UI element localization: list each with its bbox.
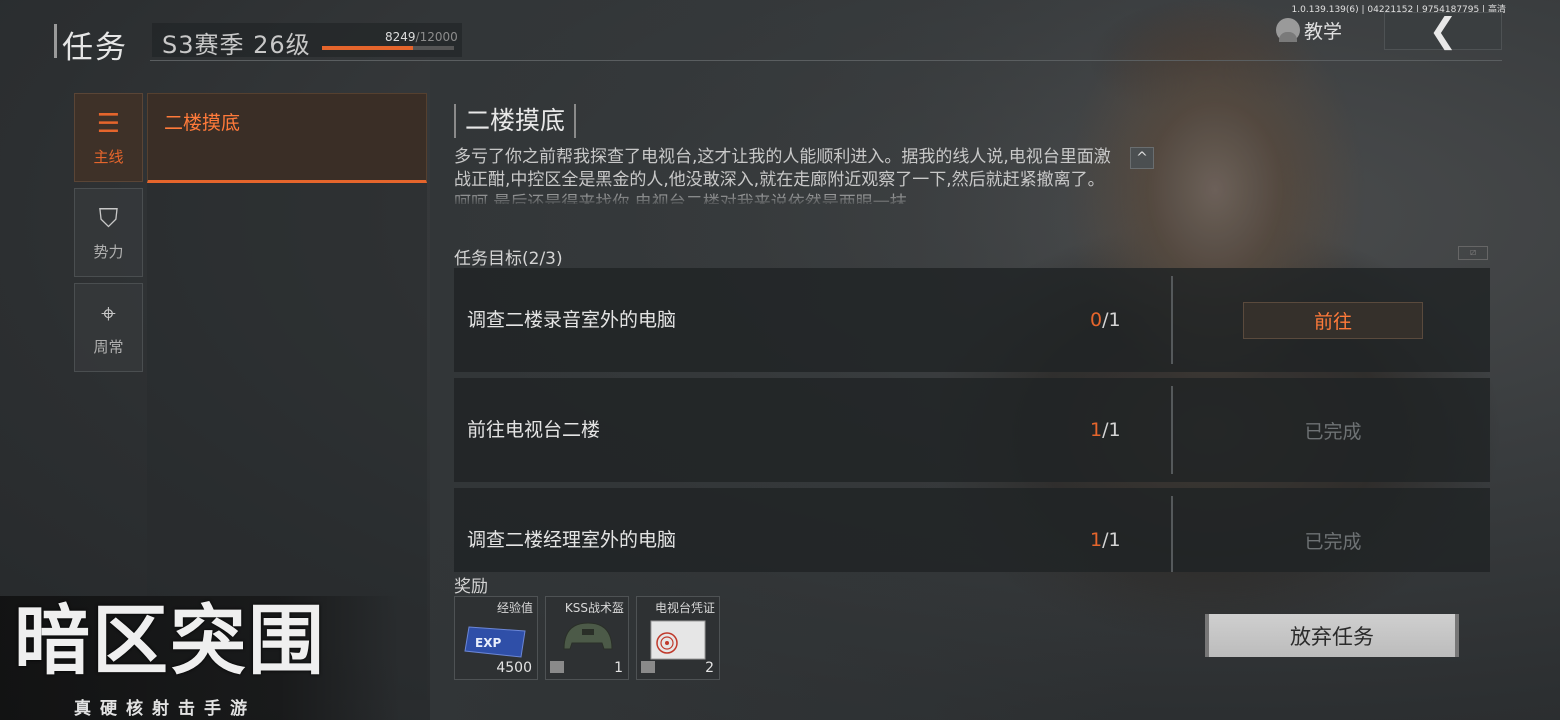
objective-progress-current: 1 — [1090, 529, 1103, 551]
reward-qty: 1 — [614, 660, 623, 676]
collapse-description-button[interactable]: ^ — [1130, 147, 1154, 169]
reward-item-credential[interactable]: 电视台凭证 2 — [636, 596, 720, 680]
reward-name: 电视台凭证 — [654, 601, 715, 615]
task-title: 二楼摸底 — [454, 104, 577, 138]
box-icon — [641, 661, 655, 673]
nav-tab-label: 周常 — [93, 338, 124, 356]
objective-divider — [1171, 276, 1173, 364]
filter-icon[interactable]: ⧄ — [1458, 246, 1488, 260]
nav-tab-label: 主线 — [93, 148, 124, 166]
xp-progress-fill — [322, 46, 413, 50]
back-arrow-icon: ❮ — [1428, 11, 1458, 51]
exp-card-text: EXP — [475, 636, 501, 650]
objective-progress-current: 0 — [1090, 309, 1103, 331]
page-title: 任务 — [62, 30, 128, 66]
goto-button[interactable]: 前往 — [1243, 302, 1423, 339]
objective-name: 调查二楼经理室外的电脑 — [467, 529, 677, 551]
helmet-icon — [563, 622, 613, 650]
season-level-label: S3赛季 26级 — [162, 31, 311, 59]
objectives-header: 任务目标(2/3) — [454, 249, 563, 269]
objective-name: 调查二楼录音室外的电脑 — [467, 309, 677, 331]
title-accent-bar — [54, 24, 57, 58]
box-icon — [550, 661, 564, 673]
tutorial-button[interactable]: 教学 — [1276, 16, 1342, 44]
xp-readout: 8249/12000 — [385, 30, 458, 44]
task-list-item-label: 二楼摸底 — [164, 112, 241, 134]
objective-progress-total: /1 — [1102, 529, 1121, 551]
chevron-up-icon: ^ — [1136, 150, 1148, 166]
reward-name: 经验值 — [496, 601, 533, 615]
list-icon: ☰ — [96, 109, 121, 139]
game-slogan: 真硬核射击手游 — [74, 699, 256, 719]
nav-tab-label: 势力 — [93, 243, 124, 261]
objective-progress: 1/1 — [1090, 488, 1121, 592]
crosshair-icon: ⌖ — [101, 298, 116, 329]
fingerprint-card-icon — [650, 620, 706, 660]
reward-qty: 2 — [705, 660, 714, 676]
objective-row: 调查二楼录音室外的电脑 0/1 前往 — [454, 268, 1490, 372]
instructor-icon — [1276, 18, 1300, 42]
objective-row: 前往电视台二楼 1/1 已完成 — [454, 378, 1490, 482]
xp-max: /12000 — [415, 30, 458, 44]
objective-divider — [1171, 386, 1173, 474]
rewards-header: 奖励 — [454, 577, 488, 597]
header-divider — [150, 60, 1502, 61]
faction-icon: ⛉ — [98, 203, 119, 234]
objective-name: 前往电视台二楼 — [467, 419, 601, 441]
reward-qty: 4500 — [496, 660, 532, 676]
completed-status: 已完成 — [1304, 531, 1362, 553]
objective-divider — [1171, 496, 1173, 572]
objective-progress: 1/1 — [1090, 378, 1121, 482]
xp-current: 8249 — [385, 30, 416, 44]
exp-card-icon: EXP — [464, 626, 526, 658]
objective-progress-total: /1 — [1102, 309, 1121, 331]
tutorial-label: 教学 — [1304, 20, 1343, 43]
objective-progress-current: 1 — [1090, 419, 1103, 441]
xp-progress-bar — [322, 46, 454, 50]
abandon-task-button[interactable]: 放弃任务 — [1205, 614, 1459, 657]
objective-row: 调查二楼经理室外的电脑 1/1 已完成 — [454, 488, 1490, 572]
reward-item-helmet[interactable]: KSS战术盔 1 — [545, 596, 629, 680]
objective-progress: 0/1 — [1090, 268, 1121, 372]
nav-tab-main[interactable]: ☰ 主线 — [74, 93, 143, 182]
completed-status: 已完成 — [1304, 421, 1362, 443]
task-description: 多亏了你之前帮我探查了电视台,这才让我的人能顺利进入。据我的线人说,电视台里面激… — [454, 147, 1111, 204]
reward-name: KSS战术盔 — [564, 601, 624, 615]
objective-progress-total: /1 — [1102, 419, 1121, 441]
back-button[interactable]: ❮ — [1384, 11, 1502, 51]
nav-tab-faction[interactable]: ⛉ 势力 — [74, 188, 143, 277]
task-list-item[interactable]: 二楼摸底 — [147, 93, 427, 183]
reward-item-exp[interactable]: 经验值 EXP 4500 — [454, 596, 538, 680]
nav-tab-weekly[interactable]: ⌖ 周常 — [74, 283, 143, 372]
game-logo: 暗区突围 — [14, 596, 326, 685]
